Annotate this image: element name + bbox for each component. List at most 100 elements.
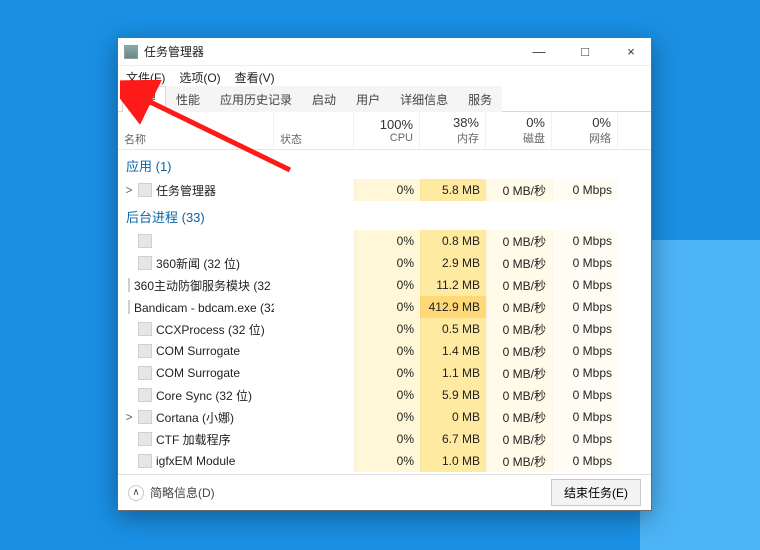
tab-processes[interactable]: 进程 bbox=[122, 86, 166, 112]
table-row[interactable]: Bandicam - bdcam.exe (32 位)0%412.9 MB0 M… bbox=[118, 296, 651, 318]
table-row[interactable]: 360主动防御服务模块 (32 位)0%11.2 MB0 MB/秒0 Mbps bbox=[118, 274, 651, 296]
disk-cell: 0 MB/秒 bbox=[486, 252, 552, 274]
fewer-details-button[interactable]: ∧ 简略信息(D) bbox=[128, 484, 215, 501]
process-name: 360新闻 (32 位) bbox=[156, 255, 240, 272]
expand-icon[interactable]: > bbox=[124, 183, 134, 197]
col-network[interactable]: 0% 网络 bbox=[552, 112, 618, 149]
col-status-label: 状态 bbox=[280, 131, 302, 147]
disk-cell: 0 MB/秒 bbox=[486, 340, 552, 362]
footer: ∧ 简略信息(D) 结束任务(E) bbox=[118, 474, 651, 510]
cpu-cell: 0% bbox=[354, 274, 420, 296]
memory-cell: 1.0 MB bbox=[420, 450, 486, 472]
col-cpu[interactable]: 100% CPU bbox=[354, 112, 420, 149]
close-button[interactable]: × bbox=[611, 38, 651, 65]
cpu-cell: 0% bbox=[354, 230, 420, 252]
col-name-label: 名称 bbox=[124, 131, 146, 147]
process-table-scroll[interactable]: 名称 状态 100% CPU 38% 内存 0% 磁盘 0% 网络 bbox=[118, 112, 651, 474]
cpu-cell: 0% bbox=[354, 340, 420, 362]
tab-details[interactable]: 详细信息 bbox=[390, 86, 458, 112]
network-cell: 0 Mbps bbox=[552, 340, 618, 362]
table-header: 名称 状态 100% CPU 38% 内存 0% 磁盘 0% 网络 bbox=[118, 112, 651, 150]
tab-performance[interactable]: 性能 bbox=[166, 86, 210, 112]
cpu-percent: 100% bbox=[380, 117, 413, 132]
disk-cell: 0 MB/秒 bbox=[486, 296, 552, 318]
network-cell: 0 Mbps bbox=[552, 450, 618, 472]
process-status bbox=[274, 252, 354, 274]
process-icon bbox=[138, 432, 152, 446]
maximize-button[interactable]: □ bbox=[565, 38, 605, 65]
chevron-up-icon: ∧ bbox=[128, 485, 144, 501]
disk-cell: 0 MB/秒 bbox=[486, 362, 552, 384]
process-icon bbox=[128, 300, 130, 314]
tab-services[interactable]: 服务 bbox=[458, 86, 502, 112]
process-name: igfxEM Module bbox=[156, 454, 235, 468]
table-row[interactable]: CTF 加载程序0%6.7 MB0 MB/秒0 Mbps bbox=[118, 428, 651, 450]
memory-cell: 1.1 MB bbox=[420, 362, 486, 384]
net-percent: 0% bbox=[592, 115, 611, 130]
process-icon bbox=[138, 388, 152, 402]
disk-label: 磁盘 bbox=[523, 130, 545, 146]
process-name: COM Surrogate bbox=[156, 344, 240, 358]
cpu-cell: 0% bbox=[354, 428, 420, 450]
tab-app-history[interactable]: 应用历史记录 bbox=[210, 86, 302, 112]
network-cell: 0 Mbps bbox=[552, 318, 618, 340]
network-cell: 0 Mbps bbox=[552, 406, 618, 428]
disk-cell: 0 MB/秒 bbox=[486, 384, 552, 406]
memory-cell: 6.7 MB bbox=[420, 428, 486, 450]
process-name: Cortana (小娜) bbox=[156, 409, 234, 426]
network-cell: 0 Mbps bbox=[552, 384, 618, 406]
task-manager-window: 任务管理器 — □ × 文件(F) 选项(O) 查看(V) 进程 性能 应用历史… bbox=[117, 37, 652, 511]
col-memory[interactable]: 38% 内存 bbox=[420, 112, 486, 149]
minimize-button[interactable]: — bbox=[519, 38, 559, 65]
group-header[interactable]: 应用 (1) bbox=[118, 150, 651, 179]
group-header[interactable]: 后台进程 (33) bbox=[118, 201, 651, 230]
titlebar[interactable]: 任务管理器 — □ × bbox=[118, 38, 651, 66]
process-status bbox=[274, 340, 354, 362]
process-name: COM Surrogate bbox=[156, 366, 240, 380]
network-cell: 0 Mbps bbox=[552, 274, 618, 296]
process-name: Bandicam - bdcam.exe (32 位) bbox=[134, 299, 274, 316]
cpu-cell: 0% bbox=[354, 406, 420, 428]
col-name[interactable]: 名称 bbox=[118, 112, 274, 149]
table-row[interactable]: igfxEM Module0%1.0 MB0 MB/秒0 Mbps bbox=[118, 450, 651, 472]
network-cell: 0 Mbps bbox=[552, 179, 618, 201]
expand-icon[interactable]: > bbox=[124, 410, 134, 424]
col-disk[interactable]: 0% 磁盘 bbox=[486, 112, 552, 149]
process-name: CTF 加载程序 bbox=[156, 431, 231, 448]
table-row[interactable]: COM Surrogate 0%1.1 MB0 MB/秒0 Mbps bbox=[118, 362, 651, 384]
process-icon bbox=[138, 234, 152, 248]
tab-users[interactable]: 用户 bbox=[346, 86, 390, 112]
disk-cell: 0 MB/秒 bbox=[486, 406, 552, 428]
end-task-button[interactable]: 结束任务(E) bbox=[551, 479, 641, 506]
cpu-cell: 0% bbox=[354, 362, 420, 384]
tabs: 进程 性能 应用历史记录 启动 用户 详细信息 服务 bbox=[118, 88, 651, 112]
table-row[interactable]: CCXProcess (32 位)0%0.5 MB0 MB/秒0 Mbps bbox=[118, 318, 651, 340]
memory-cell: 412.9 MB bbox=[420, 296, 486, 318]
menu-file[interactable]: 文件(F) bbox=[126, 69, 165, 86]
table-row[interactable]: >任务管理器0%5.8 MB0 MB/秒0 Mbps bbox=[118, 179, 651, 201]
desktop-highlight bbox=[640, 240, 760, 550]
process-status bbox=[274, 406, 354, 428]
cpu-cell: 0% bbox=[354, 318, 420, 340]
table-row[interactable]: > Cortana (小娜) 0%0 MB0 MB/秒0 Mbps bbox=[118, 406, 651, 428]
memory-cell: 0 MB bbox=[420, 406, 486, 428]
table-row[interactable]: Core Sync (32 位)0%5.9 MB0 MB/秒0 Mbps bbox=[118, 384, 651, 406]
memory-cell: 11.2 MB bbox=[420, 274, 486, 296]
table-row[interactable]: COM Surrogate0%1.4 MB0 MB/秒0 Mbps bbox=[118, 340, 651, 362]
app-icon bbox=[124, 45, 138, 59]
col-status[interactable]: 状态 bbox=[274, 112, 354, 149]
process-status bbox=[274, 362, 354, 384]
menubar: 文件(F) 选项(O) 查看(V) bbox=[118, 66, 651, 88]
process-status bbox=[274, 318, 354, 340]
process-status bbox=[274, 450, 354, 472]
network-cell: 0 Mbps bbox=[552, 296, 618, 318]
disk-cell: 0 MB/秒 bbox=[486, 274, 552, 296]
menu-options[interactable]: 选项(O) bbox=[179, 69, 220, 86]
tab-startup[interactable]: 启动 bbox=[302, 86, 346, 112]
menu-view[interactable]: 查看(V) bbox=[235, 69, 275, 86]
memory-cell: 5.9 MB bbox=[420, 384, 486, 406]
table-row[interactable]: 360新闻 (32 位)0%2.9 MB0 MB/秒0 Mbps bbox=[118, 252, 651, 274]
network-cell: 0 Mbps bbox=[552, 362, 618, 384]
cpu-cell: 0% bbox=[354, 296, 420, 318]
table-row[interactable]: 0%0.8 MB0 MB/秒0 Mbps bbox=[118, 230, 651, 252]
